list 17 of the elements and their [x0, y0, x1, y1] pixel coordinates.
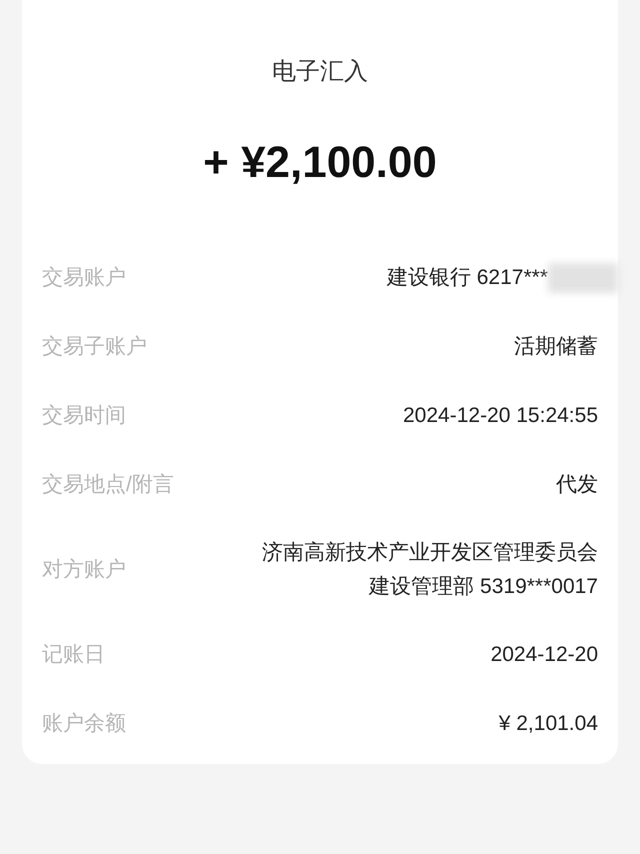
- field-label: 账户余额: [42, 711, 126, 738]
- transaction-type: 电子汇入: [272, 57, 368, 87]
- transaction-amount: + ¥2,100.00: [203, 137, 437, 189]
- field-value: 建设管理部 5319***0017: [369, 574, 598, 600]
- field-value: 代发: [556, 472, 598, 498]
- field-value: ¥ 2,101.04: [498, 711, 598, 737]
- field-label: 交易账户: [42, 265, 126, 292]
- field-value: 2024-12-20: [490, 642, 598, 668]
- field-label: 交易时间: [42, 403, 126, 430]
- field-label: 对方账户: [42, 557, 126, 584]
- field-value: 活期储蓄: [514, 334, 598, 360]
- field-value: 2024-12-20 15:24:55: [403, 403, 598, 429]
- field-label: 交易子账户: [42, 334, 147, 360]
- field-label: 交易地点/附言: [42, 472, 174, 498]
- field-value: 济南高新技术产业开发区管理委员会: [262, 540, 598, 566]
- field-value: 建设银行 6217***: [386, 265, 548, 291]
- field-label: 记账日: [42, 642, 105, 668]
